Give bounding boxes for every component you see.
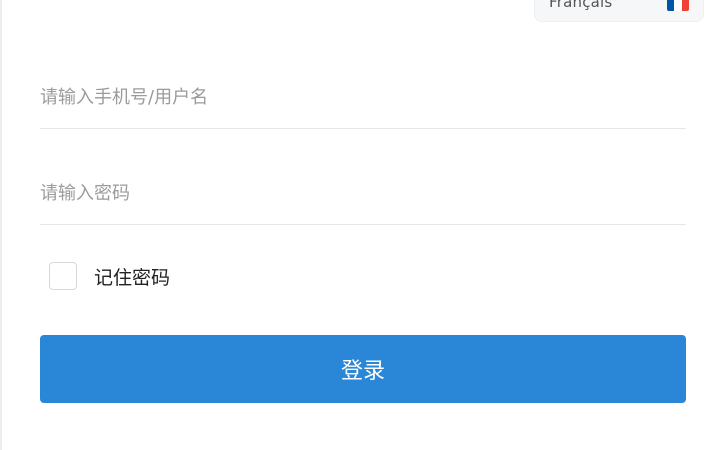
password-input[interactable] <box>40 162 686 225</box>
language-label: Français <box>549 0 613 11</box>
username-input[interactable] <box>40 66 686 129</box>
remember-password-option[interactable]: 记住密码 <box>49 260 170 292</box>
login-page: Français 记住密码 登录 <box>0 0 720 450</box>
remember-password-label: 记住密码 <box>94 266 171 289</box>
login-button[interactable]: 登录 <box>40 335 686 403</box>
language-selector[interactable]: Français <box>534 0 704 22</box>
france-flag-icon <box>667 0 689 11</box>
remember-password-checkbox[interactable] <box>49 262 77 290</box>
